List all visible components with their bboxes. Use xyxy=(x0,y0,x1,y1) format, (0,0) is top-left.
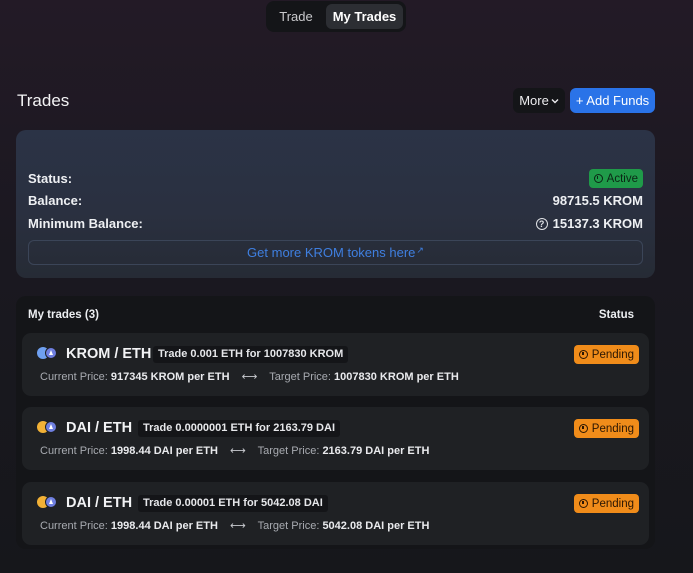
minimum-balance-row: Minimum Balance: ? 15137.3 KROM xyxy=(28,216,643,231)
token-pair-icon xyxy=(37,421,58,434)
tab-trade[interactable]: Trade xyxy=(269,4,323,29)
trade-prices: Current Price: 917345 KROM per ETH ⟷ Tar… xyxy=(40,370,459,383)
info-icon xyxy=(593,174,603,183)
clock-icon xyxy=(578,499,588,508)
trade-prices: Current Price: 1998.44 DAI per ETH ⟷ Tar… xyxy=(40,444,429,457)
clock-icon xyxy=(578,424,588,433)
minimum-balance-label: Minimum Balance: xyxy=(28,216,143,231)
target-price-label: Target Price: xyxy=(257,445,320,457)
trade-card[interactable]: KROM / ETH Trade 0.001 ETH for 1007830 K… xyxy=(22,333,649,396)
status-row: Status: Active xyxy=(28,169,643,188)
more-button[interactable]: More xyxy=(513,88,565,113)
get-more-krom-link[interactable]: Get more KROM tokens here ↗ xyxy=(28,240,643,265)
pending-status-text: Pending xyxy=(591,497,634,510)
pending-status-badge: Pending xyxy=(573,345,639,364)
current-price-value: 1998.44 DAI per ETH xyxy=(110,445,218,457)
balance-value: 98715.5 KROM xyxy=(552,193,643,208)
current-price-label: Current Price: xyxy=(40,445,108,457)
my-trades-title: My trades (3) xyxy=(28,309,99,321)
swap-arrows-icon: ⟷ xyxy=(241,371,258,383)
external-link-icon: ↗ xyxy=(416,245,424,255)
current-price-label: Current Price: xyxy=(40,520,108,532)
eth-token-icon xyxy=(45,496,57,508)
current-price-value: 917345 KROM per ETH xyxy=(110,371,230,383)
trade-pair-name: DAI / ETH xyxy=(66,420,133,436)
trade-tab-switcher: Trade My Trades xyxy=(266,1,406,32)
trade-card[interactable]: DAI / ETH Trade 0.0000001 ETH for 2163.7… xyxy=(22,407,649,470)
balance-label: Balance: xyxy=(28,193,83,208)
pending-status-text: Pending xyxy=(591,348,634,361)
minimum-balance-value-wrap: ? 15137.3 KROM xyxy=(535,216,643,231)
balance-row: Balance: 98715.5 KROM xyxy=(28,193,643,208)
pending-status-badge: Pending xyxy=(573,419,639,438)
trade-pair-name: KROM / ETH xyxy=(66,346,152,362)
clock-icon xyxy=(578,350,588,359)
pending-status-text: Pending xyxy=(591,422,634,435)
minimum-balance-value: 15137.3 KROM xyxy=(552,216,643,231)
chevron-down-icon xyxy=(551,98,559,103)
question-mark-icon[interactable]: ? xyxy=(535,217,548,230)
token-pair-icon xyxy=(37,347,58,360)
trade-description: Trade 0.0000001 ETH for 2163.79 DAI xyxy=(138,420,340,437)
target-price-value: 5042.08 DAI per ETH xyxy=(322,520,430,532)
trade-pair-name: DAI / ETH xyxy=(66,495,133,511)
account-status-card: Status: Active Balance: 98715.5 KROM Min… xyxy=(16,130,655,278)
target-price-value: 1007830 KROM per ETH xyxy=(334,371,459,383)
my-trades-panel: My trades (3) Status KROM / ETH Trade 0.… xyxy=(16,296,655,549)
status-badge: Active xyxy=(588,169,643,188)
tab-my-trades[interactable]: My Trades xyxy=(326,4,403,29)
status-label: Status: xyxy=(28,171,73,186)
get-more-krom-label: Get more KROM tokens here xyxy=(247,245,416,260)
target-price-value: 2163.79 DAI per ETH xyxy=(322,445,430,457)
swap-arrows-icon: ⟷ xyxy=(229,520,246,532)
target-price-label: Target Price: xyxy=(257,520,320,532)
page-title: Trades xyxy=(17,91,70,110)
eth-token-icon xyxy=(45,347,57,359)
trade-card[interactable]: DAI / ETH Trade 0.00001 ETH for 5042.08 … xyxy=(22,482,649,545)
current-price-label: Current Price: xyxy=(40,371,108,383)
add-funds-button[interactable]: + Add Funds xyxy=(570,88,655,113)
more-button-label: More xyxy=(519,93,549,108)
trade-description: Trade 0.001 ETH for 1007830 KROM xyxy=(153,346,349,363)
swap-arrows-icon: ⟷ xyxy=(229,445,246,457)
eth-token-icon xyxy=(45,421,57,433)
trade-prices: Current Price: 1998.44 DAI per ETH ⟷ Tar… xyxy=(40,519,429,532)
target-price-label: Target Price: xyxy=(269,371,331,383)
status-badge-text: Active xyxy=(606,172,638,185)
current-price-value: 1998.44 DAI per ETH xyxy=(110,520,218,532)
pending-status-badge: Pending xyxy=(573,494,639,513)
token-pair-icon xyxy=(37,496,58,509)
trade-description: Trade 0.00001 ETH for 5042.08 DAI xyxy=(138,495,328,512)
status-column-header: Status xyxy=(598,309,634,321)
